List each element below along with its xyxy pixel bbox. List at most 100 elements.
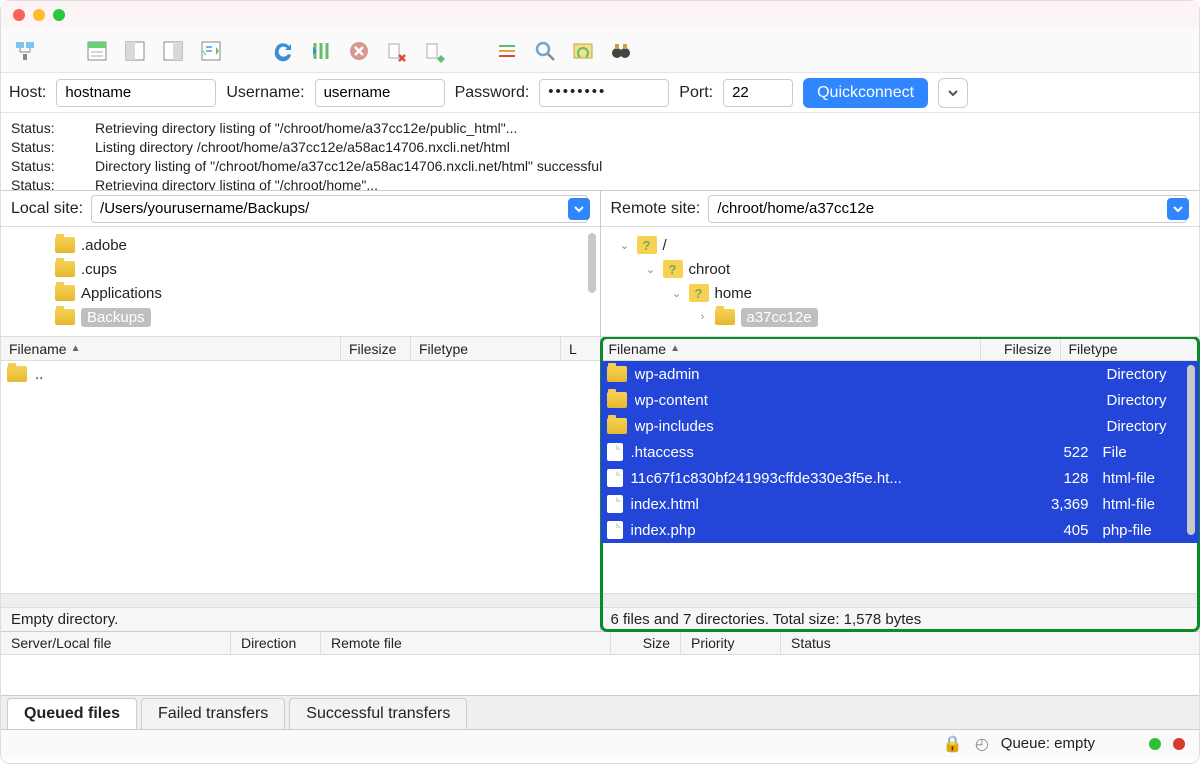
folder-icon: [607, 392, 627, 408]
site-manager-icon[interactable]: [9, 35, 41, 67]
file-size: 405: [1019, 522, 1089, 539]
column-filesize[interactable]: Filesize: [1004, 341, 1051, 357]
process-queue-icon[interactable]: [305, 35, 337, 67]
log-label: Status:: [11, 176, 71, 191]
list-item-parent-dir[interactable]: ..: [1, 361, 600, 387]
remote-site-path-input[interactable]: [708, 195, 1187, 223]
quickconnect-bar: Host: Username: Password: •••••••• Port:…: [1, 73, 1199, 113]
lock-icon[interactable]: 🔒: [943, 734, 963, 754]
folder-unknown-icon: ?: [637, 236, 657, 254]
remote-directory-tree[interactable]: ⌄?/ ⌄?chroot ⌄?home ›a37cc12e: [601, 227, 1200, 337]
column-filetype[interactable]: Filetype: [419, 341, 468, 357]
reconnect-icon[interactable]: [419, 35, 451, 67]
horizontal-scrollbar[interactable]: [601, 593, 1200, 607]
remote-site-dropdown-button[interactable]: [1167, 198, 1189, 220]
column-lastmodified[interactable]: L: [569, 341, 577, 357]
disclosure-closed-icon[interactable]: ›: [697, 311, 709, 323]
remote-site-label: Remote site:: [611, 200, 701, 218]
column-filename[interactable]: Filename: [9, 341, 67, 357]
disclosure-open-icon[interactable]: ⌄: [619, 239, 631, 252]
activity-led-green: [1149, 738, 1161, 750]
remote-file-list[interactable]: wp-adminDirectorywp-contentDirectorywp-i…: [601, 361, 1200, 593]
local-site-path-input[interactable]: [91, 195, 587, 223]
column-filetype[interactable]: Filetype: [1069, 341, 1118, 357]
toggle-remote-tree-icon[interactable]: [157, 35, 189, 67]
column-priority[interactable]: Priority: [691, 635, 735, 651]
list-item[interactable]: index.html3,369html-file: [601, 491, 1200, 517]
file-icon: [607, 469, 623, 487]
tab-queued-files[interactable]: Queued files: [7, 698, 137, 729]
disclosure-open-icon[interactable]: ⌄: [645, 263, 657, 276]
minimize-window-button[interactable]: [33, 9, 45, 21]
tab-successful-transfers[interactable]: Successful transfers: [289, 698, 467, 729]
log-message: Listing directory /chroot/home/a37cc12e/…: [95, 138, 510, 157]
list-item[interactable]: 11c67f1c830bf241993cffde330e3f5e.ht...12…: [601, 465, 1200, 491]
cancel-icon[interactable]: [343, 35, 375, 67]
folder-icon: [55, 261, 75, 277]
close-window-button[interactable]: [13, 9, 25, 21]
local-file-list[interactable]: ..: [1, 361, 600, 593]
log-message: Retrieving directory listing of "/chroot…: [95, 119, 517, 138]
file-type: Directory: [1101, 366, 1191, 383]
log-label: Status:: [11, 119, 71, 138]
toggle-log-icon[interactable]: [81, 35, 113, 67]
transfer-tabs: Queued files Failed transfers Successful…: [1, 695, 1199, 729]
binoculars-icon[interactable]: [605, 35, 637, 67]
password-label: Password:: [455, 84, 530, 102]
port-input[interactable]: [723, 79, 793, 107]
column-server-local[interactable]: Server/Local file: [11, 635, 111, 651]
transfer-queue-header[interactable]: Server/Local file Direction Remote file …: [1, 631, 1199, 655]
file-icon: [607, 495, 623, 513]
column-filename[interactable]: Filename: [609, 341, 667, 357]
message-log[interactable]: Status: Retrieving directory listing of "…: [1, 113, 1199, 191]
list-item[interactable]: wp-contentDirectory: [601, 387, 1200, 413]
quickconnect-button[interactable]: Quickconnect: [803, 78, 928, 108]
toggle-queue-icon[interactable]: [195, 35, 227, 67]
username-input[interactable]: [315, 79, 445, 107]
column-size[interactable]: Size: [643, 635, 670, 651]
tree-item: .adobe: [9, 233, 592, 257]
column-filesize[interactable]: Filesize: [349, 341, 396, 357]
disclosure-open-icon[interactable]: ⌄: [671, 287, 683, 300]
remote-site-bar: Remote site:: [601, 191, 1200, 227]
list-item[interactable]: wp-includesDirectory: [601, 413, 1200, 439]
folder-icon: [55, 309, 75, 325]
toggle-local-tree-icon[interactable]: [119, 35, 151, 67]
column-status[interactable]: Status: [791, 635, 831, 651]
zoom-window-button[interactable]: [53, 9, 65, 21]
file-type: html-file: [1097, 470, 1187, 487]
local-site-dropdown-button[interactable]: [568, 198, 590, 220]
host-input[interactable]: [56, 79, 216, 107]
tree-item: Applications: [9, 281, 592, 305]
file-type: Directory: [1101, 418, 1191, 435]
file-name: index.html: [631, 496, 1011, 513]
quickconnect-history-button[interactable]: [938, 78, 968, 108]
list-item[interactable]: wp-adminDirectory: [601, 361, 1200, 387]
host-label: Host:: [9, 84, 46, 102]
speed-limit-icon[interactable]: ◴: [975, 734, 989, 754]
file-name: 11c67f1c830bf241993cffde330e3f5e.ht...: [631, 470, 1011, 487]
search-icon[interactable]: [529, 35, 561, 67]
disconnect-icon[interactable]: [381, 35, 413, 67]
horizontal-scrollbar[interactable]: [1, 593, 600, 607]
list-item[interactable]: index.php405php-file: [601, 517, 1200, 543]
column-remote-file[interactable]: Remote file: [331, 635, 402, 651]
local-file-list-header[interactable]: Filename▲ Filesize Filetype L: [1, 337, 600, 361]
file-type: Directory: [1101, 392, 1191, 409]
refresh-icon[interactable]: [267, 35, 299, 67]
log-label: Status:: [11, 138, 71, 157]
list-item[interactable]: .htaccess522File: [601, 439, 1200, 465]
scrollbar-thumb[interactable]: [588, 233, 596, 293]
remote-file-list-header[interactable]: Filename▲ Filesize Filetype: [601, 337, 1200, 361]
status-bar: 🔒 ◴ Queue: empty: [1, 729, 1199, 757]
tab-failed-transfers[interactable]: Failed transfers: [141, 698, 285, 729]
password-input[interactable]: ••••••••: [539, 79, 669, 107]
filter-icon[interactable]: [491, 35, 523, 67]
log-message: Directory listing of "/chroot/home/a37cc…: [95, 157, 602, 176]
transfer-queue-body[interactable]: [1, 655, 1199, 695]
scrollbar-thumb[interactable]: [1187, 365, 1195, 535]
local-directory-tree[interactable]: .adobe .cups Applications Backups: [1, 227, 600, 337]
compare-icon[interactable]: [567, 35, 599, 67]
column-direction[interactable]: Direction: [241, 635, 296, 651]
log-message: Retrieving directory listing of "/chroot…: [95, 176, 378, 191]
